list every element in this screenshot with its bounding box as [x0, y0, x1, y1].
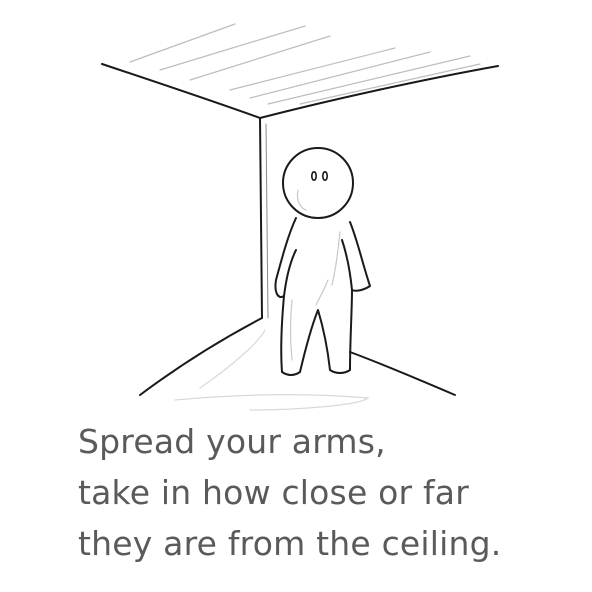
figure-body — [274, 217, 371, 376]
caption-text: Spread your arms, take in how close or f… — [78, 416, 578, 569]
figure-head-highlight — [296, 189, 307, 211]
figure — [274, 147, 371, 376]
ceiling-edge-left — [101, 63, 261, 119]
figure-eye-left — [310, 171, 317, 182]
figure-eye-right — [321, 171, 328, 182]
figure-body-highlight — [289, 231, 341, 361]
figure-arm-right — [341, 239, 353, 291]
caption-line-3: they are from the ceiling. — [78, 524, 502, 563]
caption-line-1: Spread your arms, — [78, 422, 386, 461]
floor-edge-left — [139, 317, 263, 396]
floor-edge-right — [349, 351, 456, 396]
corner-line-shadow — [265, 123, 269, 319]
floor-shading — [174, 329, 370, 411]
corner-line — [259, 117, 263, 319]
wall-corner — [259, 117, 269, 319]
caption-line-2: take in how close or far — [78, 473, 469, 512]
figure-head — [282, 147, 354, 219]
floor — [139, 317, 456, 411]
figure-arm-left — [283, 249, 297, 297]
